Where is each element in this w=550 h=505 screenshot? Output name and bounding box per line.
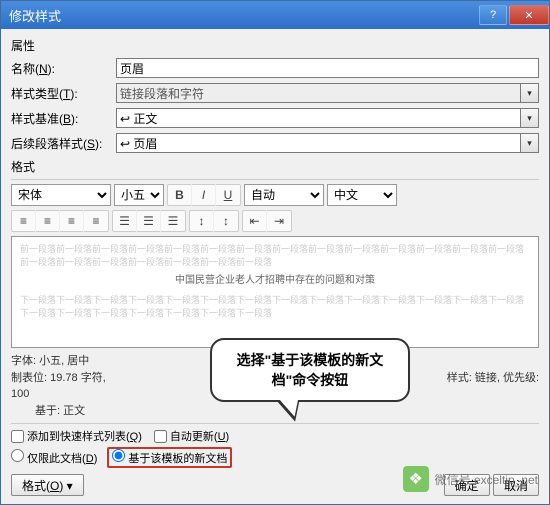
label-based-on: 样式基准(B): bbox=[11, 110, 116, 127]
underline-button[interactable]: U bbox=[216, 184, 240, 206]
line-spacing-2-button[interactable]: ☰ bbox=[137, 210, 161, 232]
format-toolbar-1: 宋体 小五 B I U 自动 中文 bbox=[11, 184, 539, 206]
align-right-button[interactable]: ≡ bbox=[60, 210, 84, 232]
color-select[interactable]: 自动 bbox=[244, 184, 324, 206]
auto-update-checkbox[interactable]: 自动更新(U) bbox=[154, 428, 229, 444]
preview-before: 前一段落前一段落前一段落前一段落前一段落前一段落前一段落前一段落前一段落前一段落… bbox=[20, 243, 530, 268]
align-justify-button[interactable]: ≡ bbox=[84, 210, 108, 232]
align-center-button[interactable]: ≡ bbox=[36, 210, 60, 232]
watermark: ❖ 微信号 exceltip_net bbox=[403, 466, 538, 492]
name-input[interactable] bbox=[116, 58, 539, 78]
preview-after: 下一段落下一段落下一段落下一段落下一段落下一段落下一段落下一段落下一段落下一段落… bbox=[20, 294, 530, 319]
based-on-dropdown-icon[interactable]: ▾ bbox=[521, 108, 539, 128]
style-type-dropdown-icon: ▾ bbox=[521, 83, 539, 103]
decrease-indent-button[interactable]: ⇤ bbox=[243, 210, 267, 232]
font-select[interactable]: 宋体 bbox=[11, 184, 111, 206]
bold-button[interactable]: B bbox=[168, 184, 192, 206]
annotation-callout: 选择"基于该模板的新文档"命令按钮 bbox=[210, 338, 410, 402]
format-toolbar-2: ≡ ≡ ≡ ≡ ☰ ☰ ☰ ↕ ↕ ⇤ ⇥ bbox=[11, 210, 539, 232]
modify-style-dialog: 修改样式 ? ✕ 属性 名称(N): 样式类型(T): ▾ 样式基准(B): ▾ bbox=[0, 0, 550, 505]
close-button[interactable]: ✕ bbox=[509, 5, 549, 25]
section-properties: 属性 bbox=[11, 37, 539, 54]
label-following: 后续段落样式(S): bbox=[11, 135, 116, 152]
based-on-select[interactable] bbox=[116, 108, 521, 128]
wechat-icon: ❖ bbox=[403, 466, 429, 492]
preview-sample-text: 中国民营企业老人才招聘中存在的问题和对策 bbox=[20, 274, 530, 288]
preview-pane: 前一段落前一段落前一段落前一段落前一段落前一段落前一段落前一段落前一段落前一段落… bbox=[11, 236, 539, 348]
add-to-quick-checkbox[interactable]: 添加到快速样式列表(Q) bbox=[11, 428, 142, 444]
section-format: 格式 bbox=[11, 158, 539, 175]
following-select[interactable] bbox=[116, 133, 521, 153]
titlebar: 修改样式 ? ✕ bbox=[1, 1, 549, 29]
increase-before-button[interactable]: ↕ bbox=[190, 210, 214, 232]
decrease-before-button[interactable]: ↕ bbox=[214, 210, 238, 232]
help-button[interactable]: ? bbox=[479, 5, 507, 25]
label-style-type: 样式类型(T): bbox=[11, 85, 116, 102]
lang-select[interactable]: 中文 bbox=[327, 184, 397, 206]
line-spacing-3-button[interactable]: ☰ bbox=[161, 210, 185, 232]
dialog-title: 修改样式 bbox=[9, 6, 61, 25]
following-dropdown-icon[interactable]: ▾ bbox=[521, 133, 539, 153]
format-dropdown-button[interactable]: 格式(O) ▾ bbox=[11, 474, 84, 496]
line-spacing-1-button[interactable]: ☰ bbox=[113, 210, 137, 232]
style-type-select bbox=[116, 83, 521, 103]
only-this-doc-radio[interactable]: 仅限此文档(D) bbox=[11, 449, 97, 466]
watermark-text: 微信号 exceltip_net bbox=[435, 471, 538, 488]
window-controls: ? ✕ bbox=[477, 5, 549, 25]
based-on-template-radio[interactable]: 基于该模板的新文档 bbox=[112, 453, 227, 465]
label-name: 名称(N): bbox=[11, 60, 116, 77]
increase-indent-button[interactable]: ⇥ bbox=[267, 210, 291, 232]
align-left-button[interactable]: ≡ bbox=[12, 210, 36, 232]
italic-button[interactable]: I bbox=[192, 184, 216, 206]
size-select[interactable]: 小五 bbox=[114, 184, 164, 206]
